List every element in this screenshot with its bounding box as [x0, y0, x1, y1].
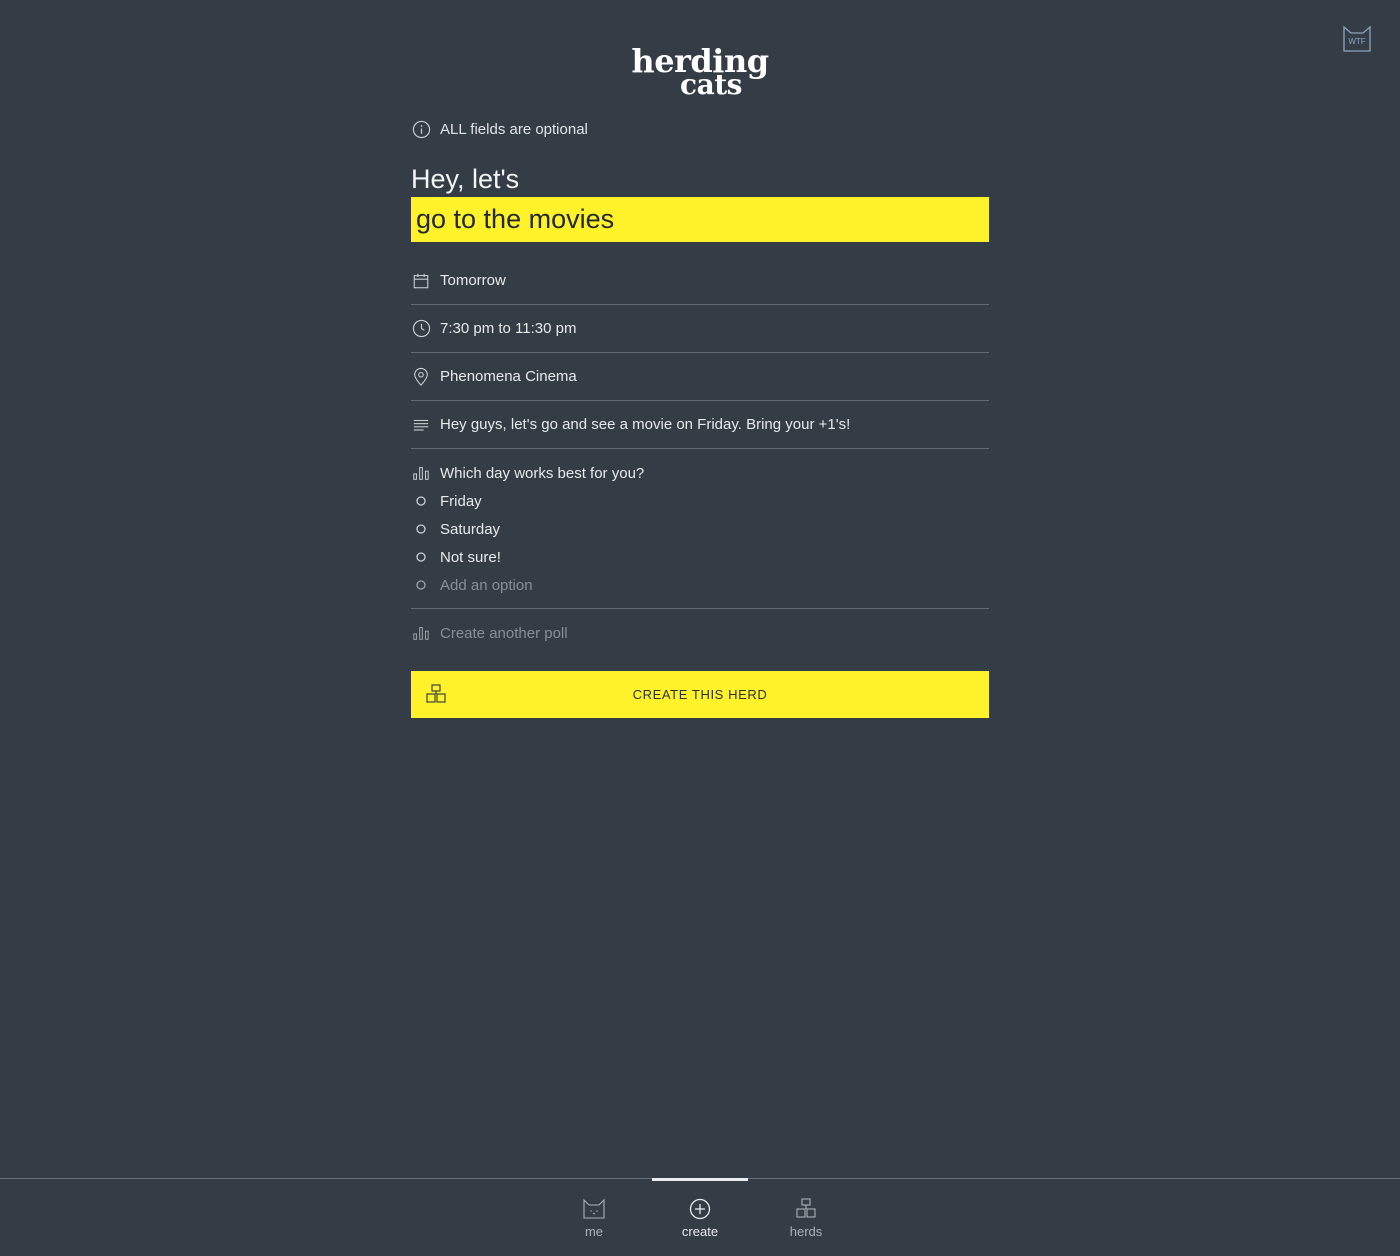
page-heading: Hey, let's — [411, 164, 520, 194]
poll-option-label: Not sure! — [440, 548, 501, 566]
plus-circle-icon — [689, 1198, 711, 1220]
poll-option[interactable]: Friday — [411, 490, 482, 512]
active-tab-indicator — [652, 1178, 748, 1181]
create-another-poll[interactable]: Create another poll — [411, 622, 568, 644]
description-value: Hey guys, let's go and see a movie on Fr… — [440, 416, 851, 433]
poll-question-text: Which day works best for you? — [440, 464, 645, 482]
cat-face-icon: WTF — [1343, 25, 1371, 52]
poll-option-label: Friday — [440, 492, 482, 510]
add-option-input[interactable]: Add an option — [411, 574, 533, 596]
time-value: 7:30 pm to 11:30 pm — [440, 320, 577, 337]
app-logo: herding cats — [600, 44, 800, 104]
text-lines-icon — [411, 415, 431, 435]
radio-circle-icon — [411, 575, 431, 595]
create-herd-button[interactable]: CREATE THIS HERD — [411, 671, 989, 718]
help-button[interactable]: WTF — [1342, 24, 1372, 54]
radio-circle-icon — [411, 491, 431, 511]
poll-question[interactable]: Which day works best for you? — [411, 462, 644, 484]
nav-item-herds[interactable]: herds — [758, 1179, 854, 1256]
location-value: Phenomena Cinema — [440, 368, 577, 385]
description-field[interactable]: Hey guys, let's go and see a movie on Fr… — [411, 401, 989, 449]
bar-chart-icon — [411, 623, 431, 643]
poll-section: Which day works best for you? Friday Sat… — [411, 456, 989, 609]
bar-chart-icon — [411, 463, 431, 483]
time-field[interactable]: 7:30 pm to 11:30 pm — [411, 305, 989, 353]
date-field[interactable]: Tomorrow — [411, 257, 989, 305]
poll-option[interactable]: Not sure! — [411, 546, 501, 568]
logo-line-2: cats — [680, 68, 742, 101]
radio-circle-icon — [411, 547, 431, 567]
bottom-nav: me create herds — [0, 1178, 1400, 1256]
herd-stack-icon — [795, 1198, 817, 1220]
nav-item-create[interactable]: create — [652, 1178, 748, 1256]
help-button-label: WTF — [1348, 37, 1365, 46]
nav-label-herds: herds — [789, 1224, 823, 1239]
date-value: Tomorrow — [440, 272, 506, 289]
radio-circle-icon — [411, 519, 431, 539]
calendar-icon — [411, 271, 431, 291]
location-field[interactable]: Phenomena Cinema — [411, 353, 989, 401]
nav-label-me: me — [584, 1224, 604, 1239]
cat-face-icon — [583, 1198, 605, 1220]
info-circle-icon — [411, 119, 431, 139]
add-option-placeholder: Add an option — [440, 576, 533, 594]
poll-option-label: Saturday — [440, 520, 501, 538]
optional-fields-text: ALL fields are optional — [440, 120, 588, 138]
create-herd-label: CREATE THIS HERD — [632, 687, 768, 702]
nav-item-me[interactable]: me — [546, 1179, 642, 1256]
create-another-poll-label: Create another poll — [440, 624, 568, 642]
poll-option[interactable]: Saturday — [411, 518, 500, 540]
optional-fields-note: ALL fields are optional — [411, 118, 588, 140]
clock-icon — [411, 319, 431, 339]
activity-input[interactable] — [411, 197, 989, 242]
map-pin-icon — [411, 367, 431, 387]
nav-label-create: create — [681, 1224, 719, 1239]
